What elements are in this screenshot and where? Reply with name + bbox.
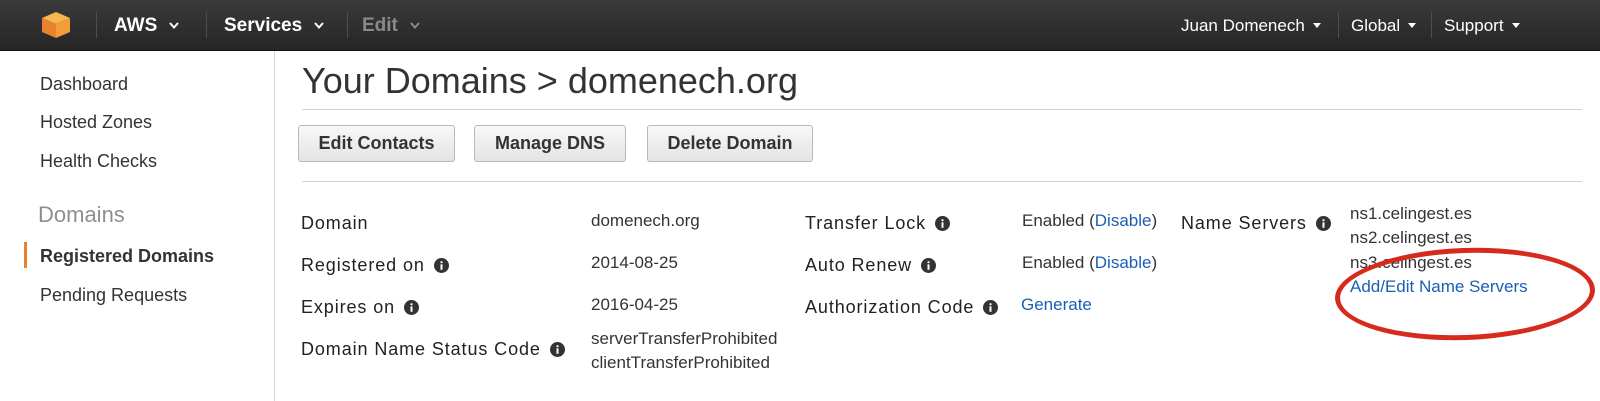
- info-icon[interactable]: [549, 342, 565, 357]
- transfer-lock-status: Enabled: [1022, 211, 1085, 230]
- divider: [302, 181, 1582, 182]
- sidebar-item-registered-domains[interactable]: Registered Domains: [40, 246, 214, 267]
- registered-on-value: 2014-08-25: [591, 253, 678, 272]
- info-icon[interactable]: [433, 258, 449, 273]
- status-code-label: Domain Name Status Code: [301, 339, 565, 360]
- paren-open: (: [1084, 253, 1095, 272]
- page-title: Your Domains > domenech.org: [302, 60, 798, 101]
- active-indicator: [24, 242, 27, 268]
- sidebar-item-health-checks[interactable]: Health Checks: [40, 151, 157, 172]
- transfer-lock-label-text: Transfer Lock: [805, 213, 927, 233]
- caret-down-icon: [1408, 22, 1417, 29]
- manage-dns-button[interactable]: Manage DNS: [474, 125, 626, 162]
- registered-on-label-text: Registered on: [301, 255, 425, 275]
- domain-label: Domain: [301, 213, 368, 234]
- support-menu-label: Support: [1444, 15, 1504, 35]
- delete-domain-button[interactable]: Delete Domain: [647, 125, 813, 162]
- caret-down-icon: [1511, 22, 1520, 29]
- info-icon[interactable]: [404, 300, 420, 315]
- caret-down-icon: [1312, 22, 1321, 29]
- domain-label-text: Domain: [301, 213, 369, 233]
- registered-on-label: Registered on: [301, 255, 449, 276]
- expires-on-label-text: Expires on: [301, 297, 396, 317]
- transfer-lock-value: Enabled (Disable): [1022, 211, 1157, 231]
- expires-on-value: 2016-04-25: [591, 295, 678, 314]
- name-server-item: ns1.celingest.es: [1350, 204, 1472, 223]
- aws-menu[interactable]: AWS: [114, 0, 180, 51]
- nav-divider: [206, 12, 207, 38]
- auto-renew-value: Enabled (Disable): [1022, 253, 1157, 273]
- region-menu-label: Global: [1351, 15, 1401, 35]
- domain-value: domenech.org: [591, 211, 700, 230]
- chevron-down-icon: [169, 21, 180, 30]
- chevron-down-icon: [410, 21, 420, 30]
- user-menu[interactable]: Juan Domenech: [1181, 0, 1321, 51]
- status-code-label-text: Domain Name Status Code: [301, 339, 541, 359]
- edit-menu[interactable]: Edit: [362, 0, 420, 51]
- auto-renew-disable-link[interactable]: Disable: [1095, 253, 1152, 272]
- sidebar-item-pending-requests[interactable]: Pending Requests: [40, 285, 187, 306]
- transfer-lock-label: Transfer Lock: [805, 213, 951, 234]
- authorization-code-label-text: Authorization Code: [805, 297, 975, 317]
- sidebar-item-dashboard[interactable]: Dashboard: [40, 74, 128, 95]
- status-code-value: clientTransferProhibited: [591, 353, 770, 372]
- edit-contacts-button[interactable]: Edit Contacts: [298, 125, 455, 162]
- status-code-value: serverTransferProhibited: [591, 329, 778, 348]
- info-icon[interactable]: [1315, 216, 1331, 231]
- chevron-down-icon: [314, 21, 324, 30]
- expires-on-label: Expires on: [301, 297, 420, 318]
- services-menu-label: Services: [224, 14, 303, 36]
- name-servers-label-text: Name Servers: [1181, 213, 1307, 233]
- info-icon[interactable]: [935, 216, 951, 231]
- sidebar-item-hosted-zones[interactable]: Hosted Zones: [40, 112, 152, 133]
- paren-open: (: [1084, 211, 1095, 230]
- aws-menu-label: AWS: [114, 14, 158, 36]
- name-server-item: ns2.celingest.es: [1350, 228, 1472, 247]
- info-icon[interactable]: [983, 300, 999, 315]
- info-icon[interactable]: [921, 258, 937, 273]
- transfer-lock-disable-link[interactable]: Disable: [1095, 211, 1152, 230]
- sidebar-section-heading: Domains: [38, 202, 125, 227]
- nav-divider: [96, 12, 97, 38]
- nav-divider: [1431, 12, 1432, 38]
- services-menu[interactable]: Services: [224, 0, 324, 51]
- generate-auth-code-link[interactable]: Generate: [1021, 295, 1092, 315]
- top-nav-bar: AWS Services Edit Juan Domenech Global S…: [0, 0, 1600, 51]
- aws-cube-icon[interactable]: [40, 11, 72, 39]
- nav-divider: [1338, 12, 1339, 38]
- paren-close: ): [1151, 211, 1158, 230]
- name-servers-label: Name Servers: [1181, 213, 1331, 234]
- nav-divider: [347, 12, 348, 38]
- sidebar: Dashboard Hosted Zones Health Checks Dom…: [0, 51, 275, 401]
- region-menu[interactable]: Global: [1351, 0, 1417, 51]
- divider: [302, 109, 1582, 110]
- user-menu-label: Juan Domenech: [1181, 15, 1305, 35]
- auto-renew-label-text: Auto Renew: [805, 255, 913, 275]
- auto-renew-label: Auto Renew: [805, 255, 937, 276]
- auto-renew-status: Enabled: [1022, 253, 1085, 272]
- support-menu[interactable]: Support: [1444, 0, 1520, 51]
- edit-menu-label: Edit: [362, 14, 398, 36]
- authorization-code-label: Authorization Code: [805, 297, 999, 318]
- paren-close: ): [1151, 253, 1158, 272]
